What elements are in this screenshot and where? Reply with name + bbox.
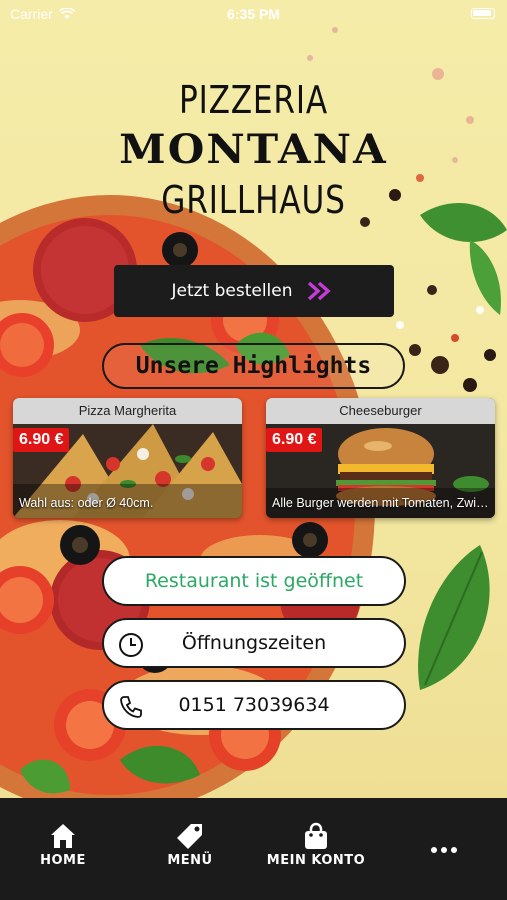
- highlight-card-burger[interactable]: Cheeseburger 6.90 € Alle Burger werden m…: [266, 398, 495, 518]
- phone-icon: [120, 696, 142, 718]
- opening-hours-label: Öffnungszeiten: [181, 632, 327, 654]
- order-now-button[interactable]: Jetzt bestellen: [114, 265, 394, 317]
- restaurant-status-button[interactable]: Restaurant ist geöffnet: [102, 556, 406, 606]
- battery-icon: [471, 8, 495, 19]
- tab-account-label: MEIN KONTO: [266, 853, 366, 868]
- tab-menu[interactable]: MENÜ: [130, 822, 250, 868]
- tab-more[interactable]: [384, 836, 504, 864]
- tab-bar: HOME MENÜ MEIN KONTO: [0, 798, 507, 900]
- logo-pizzeria: PIZZERIA: [178, 78, 329, 122]
- status-bar: Carrier 6:35 PM: [0, 0, 507, 28]
- order-now-label: Jetzt bestellen: [171, 281, 293, 301]
- clock-icon: [119, 633, 143, 657]
- status-time: 6:35 PM: [227, 6, 280, 22]
- home-icon: [51, 824, 75, 848]
- highlight-card-burger-price: 6.90 €: [266, 428, 323, 452]
- phone-number-label: 0151 73039634: [178, 694, 330, 716]
- highlight-card-pizza-description: Wahl aus: oder Ø 40cm.: [19, 496, 154, 510]
- highlight-card-pizza[interactable]: Pizza Margherita 6.90 € Wahl aus: oder Ø…: [13, 398, 242, 518]
- double-chevron-right-icon: [307, 281, 331, 301]
- shopping-bag-icon: [305, 822, 327, 849]
- tab-home-label: HOME: [40, 853, 86, 868]
- highlight-card-pizza-title: Pizza Margherita: [13, 398, 242, 424]
- tab-home[interactable]: HOME: [3, 822, 123, 868]
- tab-menu-label: MENÜ: [167, 853, 213, 868]
- highlight-card-pizza-price: 6.90 €: [13, 428, 70, 452]
- highlight-card-burger-description: Alle Burger werden mit Tomaten, Zwieb...: [272, 496, 491, 510]
- restaurant-status-label: Restaurant ist geöffnet: [144, 570, 364, 592]
- tag-icon: [177, 824, 202, 849]
- phone-button[interactable]: 0151 73039634: [102, 680, 406, 730]
- logo-montana: MONTANA: [119, 126, 388, 173]
- opening-hours-button[interactable]: Öffnungszeiten: [102, 618, 406, 668]
- tab-account[interactable]: MEIN KONTO: [256, 822, 376, 868]
- logo-grillhaus: GRILLHAUS: [161, 178, 346, 222]
- more-icon: [431, 847, 457, 853]
- highlights-title: Unsere Highlights: [102, 343, 405, 389]
- highlight-card-burger-title: Cheeseburger: [266, 398, 495, 424]
